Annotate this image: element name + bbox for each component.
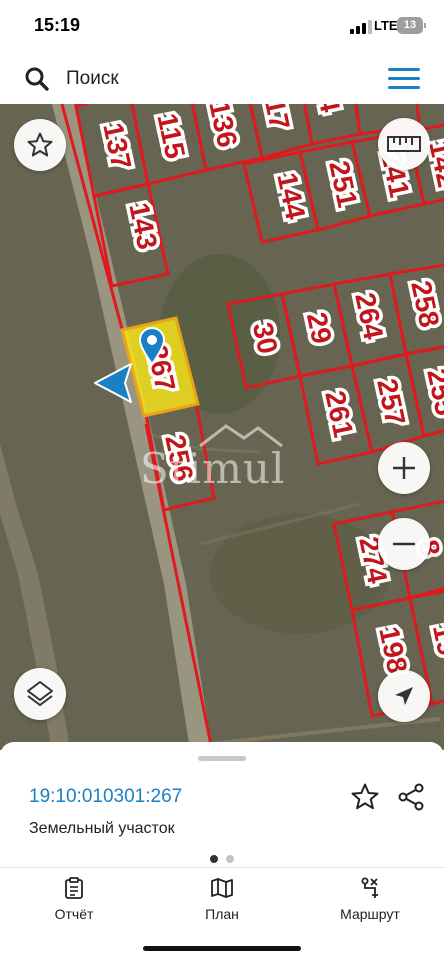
route-icon (361, 877, 378, 898)
share-icon[interactable] (396, 782, 426, 812)
parcel-label: 144 (271, 170, 311, 223)
tab-bar: Отчёт План Маршрут (0, 867, 444, 960)
plus-icon (393, 457, 415, 479)
parcel-label: 30 (247, 320, 284, 357)
status-time: 15:19 (34, 15, 81, 35)
parcel-type: Земельный участок (29, 820, 175, 837)
tab-route[interactable]: Маршрут (315, 876, 425, 922)
map-plan-icon (211, 878, 233, 898)
watermark: Stimul (140, 444, 286, 493)
favorite-button[interactable] (14, 119, 66, 171)
layers-icon (27, 681, 53, 706)
ruler-icon (387, 136, 421, 152)
parcel-label: 4 (313, 104, 347, 115)
hamburger-menu-icon[interactable] (388, 68, 420, 90)
search-icon (25, 67, 49, 91)
minus-icon (393, 542, 415, 546)
parcel-label: 264 (349, 290, 389, 343)
location-pin-icon (138, 326, 166, 366)
parcel-label: 258 (405, 278, 444, 330)
user-location-arrow-icon (94, 363, 132, 403)
cadastral-number[interactable]: 19:10:010301:267 (29, 786, 182, 808)
sheet-drag-handle[interactable] (198, 756, 246, 761)
tab-route-label: Маршрут (340, 906, 400, 922)
tab-plan-label: План (205, 906, 239, 922)
parcel-label: 143 (123, 200, 163, 252)
parcel-label: 251 (323, 158, 363, 210)
star-outline-icon (27, 132, 53, 157)
parcel-label: 115 (151, 111, 191, 162)
search-bar: Поиск (0, 52, 444, 104)
favorite-star-icon[interactable] (350, 782, 380, 812)
parcel-info-sheet[interactable]: 19:10:010301:267 Земельный участок (0, 742, 444, 867)
signal-icon (350, 20, 372, 34)
tab-plan[interactable]: План (167, 876, 277, 922)
parcel-label: 136 (203, 104, 243, 150)
search-placeholder: Поиск (66, 68, 119, 89)
zoom-out-button[interactable] (378, 518, 430, 570)
parcel-label: 255 (421, 366, 444, 418)
tab-report-label: Отчёт (54, 906, 94, 922)
report-icon (65, 877, 83, 899)
tab-report[interactable]: Отчёт (19, 876, 129, 922)
cadastral-map[interactable]: 137 115 136 17 4 143 144 251 241 142 30 … (0, 104, 444, 750)
layers-button[interactable] (14, 668, 66, 720)
search-input[interactable]: Поиск (6, 57, 438, 99)
zoom-in-button[interactable] (378, 442, 430, 494)
battery-icon: 13 (397, 17, 426, 34)
status-bar: 15:19 LTE 13 (0, 0, 444, 52)
navigation-arrow-icon (395, 687, 413, 705)
my-location-button[interactable] (378, 670, 430, 722)
home-indicator[interactable] (143, 946, 301, 951)
parcel-label: 19 (427, 622, 444, 659)
parcel-label: 261 (319, 388, 359, 440)
parcel-label: 257 (371, 376, 411, 428)
network-type: LTE (374, 18, 398, 33)
page-indicator (206, 850, 238, 868)
parcel-label: 137 (97, 120, 137, 172)
ruler-button[interactable] (378, 118, 430, 170)
parcel-label: 198 (373, 624, 413, 676)
parcel-label: 17 (259, 104, 296, 132)
parcel-label: 29 (301, 310, 338, 347)
